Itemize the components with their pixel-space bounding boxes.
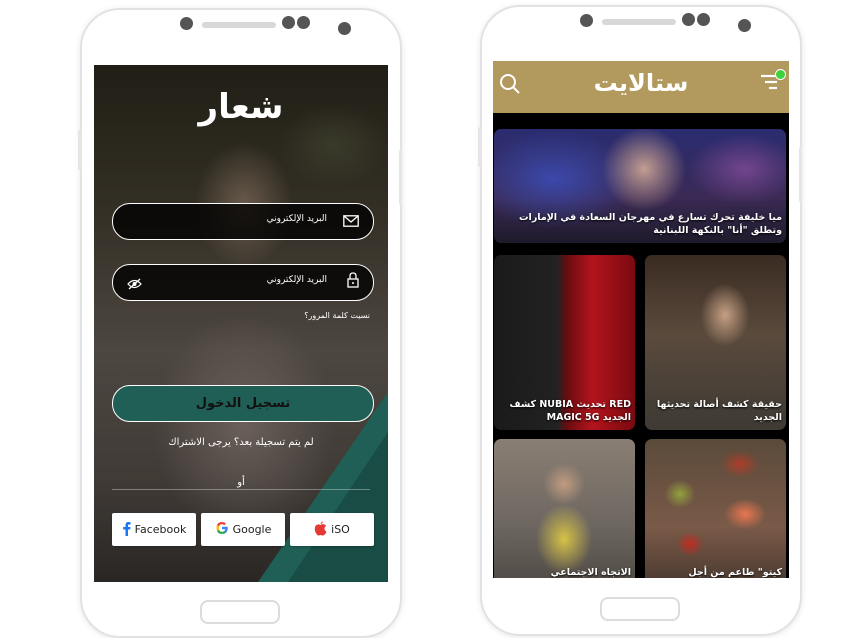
app-logo: شعار [198, 87, 284, 127]
front-camera [180, 17, 193, 30]
apple-login-button[interactable]: iSO [290, 513, 374, 546]
article-caption: حقيقة كشف أصالة تحديثها الجديد [656, 399, 782, 423]
article-caption: كيتو" طاعم من أجل [688, 567, 782, 578]
news-feed-screen: ستالايت ميا خليفة تحرك تسارع في مهرجان ا… [493, 61, 789, 578]
facebook-login-button[interactable]: Facebook [112, 513, 196, 546]
facebook-icon [122, 521, 131, 539]
or-label: أو [237, 477, 245, 488]
brand-title: ستالايت [593, 69, 689, 97]
home-button[interactable] [600, 597, 680, 621]
email-placeholder: البريد الإلكتروني [266, 214, 327, 224]
earpiece-speaker [202, 22, 276, 28]
volume-button [478, 127, 481, 167]
article-caption: كشف NUBIA تحديث RED MAGIC 5G الجديد [509, 399, 631, 423]
power-button [799, 147, 802, 202]
hide-password-icon[interactable] [127, 275, 142, 294]
home-button[interactable] [200, 600, 280, 624]
article-caption: الاتجاه الاجتماعي [550, 567, 631, 578]
front-camera [580, 14, 593, 27]
google-label: Google [232, 523, 272, 536]
sensor [297, 16, 310, 29]
phone-frame-left: شعار البريد الإلكتروني البريد الإلكتروني… [78, 8, 402, 638]
earpiece-speaker [602, 19, 676, 25]
facebook-label: Facebook [134, 523, 187, 536]
google-icon [215, 521, 229, 538]
article-card[interactable]: كيتو" طاعم من أجل [645, 439, 786, 578]
power-button [399, 150, 402, 205]
apple-icon [314, 520, 327, 539]
login-screen: شعار البريد الإلكتروني البريد الإلكتروني… [94, 65, 388, 582]
sensor [338, 22, 351, 35]
volume-button [78, 130, 81, 170]
sensor [682, 13, 695, 26]
divider [112, 489, 370, 490]
password-placeholder: البريد الإلكتروني [266, 275, 327, 285]
sensor [282, 16, 295, 29]
password-field[interactable]: البريد الإلكتروني [112, 264, 374, 301]
article-card[interactable]: الاتجاه الاجتماعي [494, 439, 635, 578]
sensor [697, 13, 710, 26]
app-header: ستالايت [493, 61, 789, 113]
decorative-triangle [288, 432, 388, 582]
forgot-password-link[interactable]: نسيت كلمة المرور؟ [304, 311, 370, 320]
article-card[interactable]: كشف NUBIA تحديث RED MAGIC 5G الجديد [494, 255, 635, 430]
notification-dot [775, 69, 786, 80]
sensor [738, 19, 751, 32]
phone-frame-right: ستالايت ميا خليفة تحرك تسارع في مهرجان ا… [478, 5, 802, 636]
article-card[interactable]: حقيقة كشف أصالة تحديثها الجديد [645, 255, 786, 430]
register-link[interactable]: لم يتم تسجيلة بعد؟ يرجى الاشتراك [94, 437, 388, 448]
envelope-icon [343, 212, 359, 231]
article-card-featured[interactable]: ميا خليفة تحرك تسارع في مهرجان السعادة ف… [494, 129, 786, 243]
ios-label: iSO [331, 523, 350, 536]
login-button[interactable]: تسجيل الدخول [112, 385, 374, 422]
lock-icon [347, 272, 359, 292]
google-login-button[interactable]: Google [201, 513, 285, 546]
article-caption: ميا خليفة تحرك تسارع في مهرجان السعادة ف… [519, 212, 782, 236]
email-field[interactable]: البريد الإلكتروني [112, 203, 374, 240]
